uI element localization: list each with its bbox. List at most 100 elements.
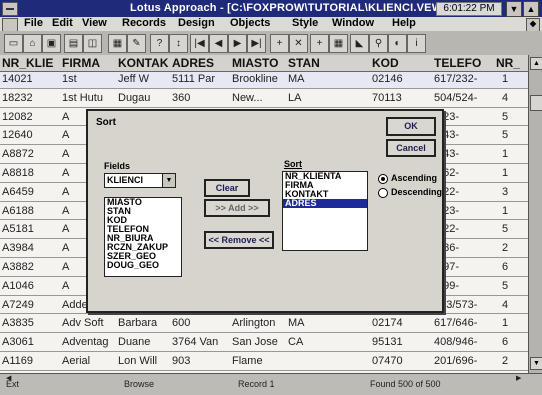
table-cell[interactable]: 1 <box>502 167 508 179</box>
table-cell[interactable]: A3061 <box>2 336 34 348</box>
table-cell[interactable]: A6459 <box>2 186 34 198</box>
browse-icon[interactable]: ▦ <box>108 34 127 53</box>
table-cell[interactable]: 70113 <box>372 92 402 104</box>
scroll-up-icon[interactable]: ▲ <box>530 57 542 70</box>
table-cell[interactable]: LA <box>288 92 301 104</box>
table-cell[interactable]: Barbara <box>118 317 157 329</box>
table-cell[interactable]: 5 <box>502 280 508 292</box>
table-cell[interactable]: MA <box>288 317 305 329</box>
menu-file[interactable]: File <box>24 17 43 29</box>
table-cell[interactable]: A7249 <box>2 299 34 311</box>
table-cell[interactable]: Dugau <box>118 92 150 104</box>
table-cell[interactable]: 360 <box>172 92 190 104</box>
table-cell[interactable]: 2 <box>502 242 508 254</box>
table-cell[interactable]: 18232 <box>2 92 33 104</box>
table-cell[interactable]: A <box>62 261 69 273</box>
table-cell[interactable]: A <box>62 167 69 179</box>
doc-menu-icon[interactable] <box>2 18 18 32</box>
table-cell[interactable]: 02146 <box>372 73 403 85</box>
add-button[interactable]: >> Add >> <box>204 199 270 217</box>
scroll-right-icon[interactable]: ▶ <box>516 374 526 382</box>
table-cell[interactable]: Arlington <box>232 317 275 329</box>
table-cell[interactable]: A8872 <box>2 148 34 160</box>
table-cell[interactable]: A <box>62 186 69 198</box>
col-kod[interactable]: KOD <box>372 56 399 70</box>
table-cell[interactable]: 02174 <box>372 317 403 329</box>
table-cell[interactable]: 504/524- <box>434 92 477 104</box>
next-record-icon[interactable]: ▶ <box>228 34 247 53</box>
table-cell[interactable]: 1st <box>62 73 77 85</box>
macro-icon[interactable]: ◐ <box>388 34 407 53</box>
table-cell[interactable]: A8818 <box>2 167 34 179</box>
table-cell[interactable]: 5 <box>502 223 508 235</box>
table-cell[interactable]: Lon Will <box>118 355 157 367</box>
table-cell[interactable]: 5 <box>502 111 508 123</box>
last-record-icon[interactable]: ▶| <box>247 34 266 53</box>
status-mode[interactable]: Browse <box>124 379 154 389</box>
add-field-icon[interactable]: + <box>310 34 329 53</box>
table-cell[interactable]: 5 <box>502 129 508 141</box>
descending-radio[interactable]: Descending <box>378 187 442 198</box>
first-record-icon[interactable]: |◀ <box>190 34 209 53</box>
table-cell[interactable]: 201/696- <box>434 355 477 367</box>
table-row[interactable]: A3061 Adventag Duane 3764 Van San Jose CA 9513… <box>0 335 528 352</box>
menu-help[interactable]: Help <box>392 17 416 29</box>
print-icon[interactable]: ▤ <box>64 34 83 53</box>
menu-view[interactable]: View <box>82 17 107 29</box>
database-select[interactable]: KLIENCI ▼ <box>104 173 176 188</box>
table-cell[interactable]: 1st Hutu <box>62 92 103 104</box>
table-cell[interactable]: 1 <box>502 317 508 329</box>
table-cell[interactable]: Adventag <box>62 336 108 348</box>
table-cell[interactable]: San Jose <box>232 336 278 348</box>
minimize-button[interactable]: ▼ <box>506 1 522 17</box>
find-icon[interactable]: ? <box>150 34 169 53</box>
menu-objects[interactable]: Objects <box>230 17 270 29</box>
table-cell[interactable]: Duane <box>118 336 150 348</box>
table-cell[interactable]: A1169 <box>2 355 33 367</box>
table-cell[interactable]: A5181 <box>2 223 34 235</box>
ascending-radio[interactable]: Ascending <box>378 173 437 184</box>
scroll-thumb[interactable] <box>530 95 542 111</box>
chevron-down-icon[interactable]: ▼ <box>162 174 175 187</box>
new-record-icon[interactable]: + <box>270 34 289 53</box>
table-cell[interactable]: 617/232- <box>434 73 477 85</box>
info-icon[interactable]: i <box>407 34 426 53</box>
table-cell[interactable]: 12640 <box>2 129 33 141</box>
col-miasto[interactable]: MIASTO <box>232 56 278 70</box>
table-cell[interactable]: A <box>62 129 69 141</box>
table-cell[interactable]: 903 <box>172 355 190 367</box>
table-cell[interactable]: 4 <box>502 92 508 104</box>
menu-edit[interactable]: Edit <box>52 17 73 29</box>
table-cell[interactable]: A <box>62 205 69 217</box>
table-cell[interactable]: 2 <box>502 355 508 367</box>
menu-style[interactable]: Style <box>292 17 318 29</box>
table-row[interactable]: 14021 1st Jeff W 5111 Par Brookline MA 02146 61… <box>0 72 528 89</box>
table-cell[interactable]: 1 <box>502 73 508 85</box>
previous-record-icon[interactable]: ◀ <box>209 34 228 53</box>
table-cell[interactable]: 3764 Van <box>172 336 218 348</box>
table-cell[interactable]: A1046 <box>2 280 34 292</box>
menu-records[interactable]: Records <box>122 17 166 29</box>
table-cell[interactable]: 600 <box>172 317 190 329</box>
table-cell[interactable]: A <box>62 280 69 292</box>
delete-record-icon[interactable]: ✕ <box>289 34 308 53</box>
scroll-down-icon[interactable]: ▼ <box>530 357 542 370</box>
table-icon[interactable]: ▦ <box>329 34 348 53</box>
menu-window[interactable]: Window <box>332 17 374 29</box>
table-cell[interactable]: A3835 <box>2 317 34 329</box>
table-cell[interactable]: 4 <box>502 299 508 311</box>
status-form[interactable]: Record 1 <box>238 379 275 389</box>
col-nr-klienta[interactable]: NR_KLIE <box>2 56 53 70</box>
ok-button[interactable]: OK <box>386 117 436 136</box>
table-row[interactable]: 18232 1st Hutu Dugau 360 New... LA 70113 504/52… <box>0 91 528 108</box>
table-cell[interactable]: 6 <box>502 261 508 273</box>
sort-listbox[interactable]: NR_KLIENTA FIRMA KONTAKT ADRES <box>282 171 368 251</box>
find-all-icon[interactable]: ⚲ <box>369 34 388 53</box>
table-cell[interactable]: A3882 <box>2 261 34 273</box>
open-icon[interactable]: ⌂ <box>23 34 42 53</box>
design-icon[interactable]: ✎ <box>127 34 146 53</box>
table-cell[interactable]: 617/646- <box>434 317 477 329</box>
table-cell[interactable]: A6188 <box>2 205 34 217</box>
table-cell[interactable]: 1 <box>502 205 508 217</box>
table-cell[interactable]: 408/946- <box>434 336 477 348</box>
